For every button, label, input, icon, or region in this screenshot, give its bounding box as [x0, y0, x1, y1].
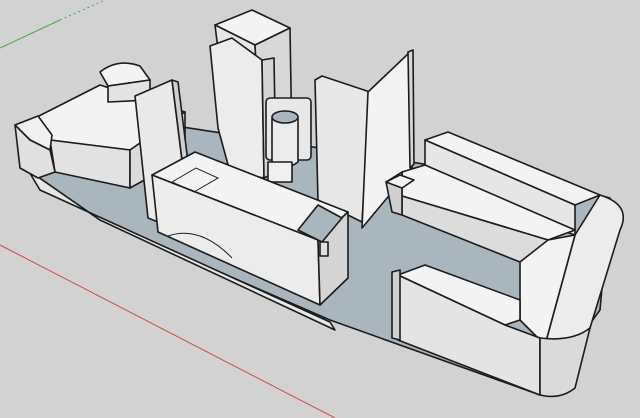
sketchup-viewport[interactable]: [0, 0, 640, 418]
green-axis-dotted: [59, 0, 107, 21]
3d-model-canvas[interactable]: [0, 0, 640, 418]
green-axis-line: [0, 19, 61, 49]
